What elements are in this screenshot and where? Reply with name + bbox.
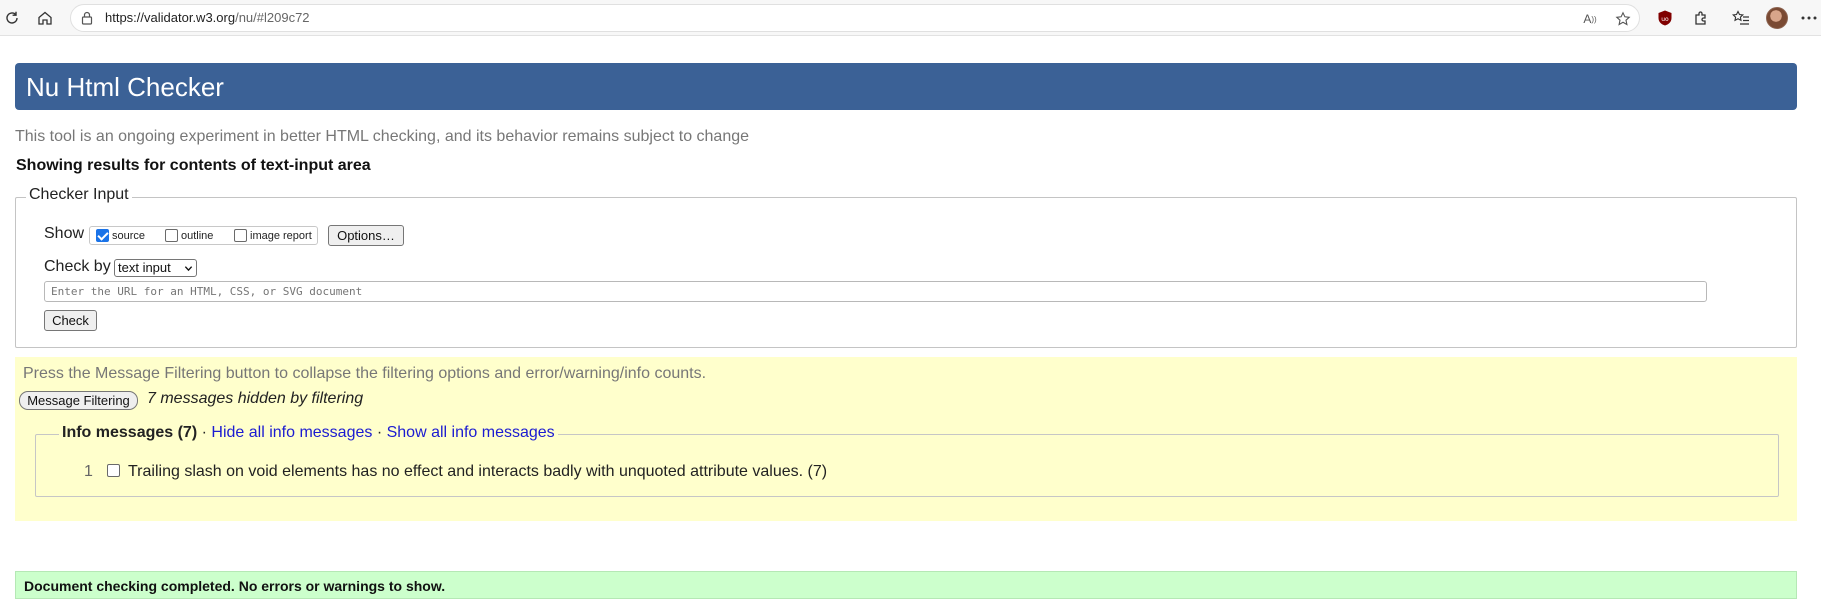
- outline-checkbox[interactable]: [165, 229, 178, 242]
- url-origin: https://validator.w3.org: [105, 10, 236, 25]
- ublock-extension-icon[interactable]: uo: [1653, 6, 1677, 30]
- message-text: Trailing slash on void elements has no e…: [128, 463, 828, 480]
- reload-icon[interactable]: [0, 6, 24, 30]
- hide-all-info-link[interactable]: Hide all info messages: [211, 424, 372, 441]
- source-checkbox-label[interactable]: source: [112, 230, 145, 242]
- lock-icon[interactable]: [79, 10, 95, 26]
- url-input-placeholder: Enter the URL for an HTML, CSS, or SVG d…: [51, 285, 363, 298]
- page-header: Nu Html Checker: [15, 63, 1797, 110]
- outline-checkbox-label[interactable]: outline: [181, 230, 213, 242]
- legend-separator: ·: [201, 424, 207, 441]
- show-all-info-link[interactable]: Show all info messages: [387, 424, 555, 441]
- info-messages-title: Info messages (7): [62, 424, 198, 441]
- message-filter-checkbox[interactable]: [107, 464, 120, 477]
- results-heading: Showing results for contents of text-inp…: [16, 157, 371, 174]
- message-filtering-button[interactable]: Message Filtering: [19, 391, 138, 410]
- options-button[interactable]: Options…: [328, 225, 404, 246]
- extensions-puzzle-icon[interactable]: [1689, 6, 1713, 30]
- read-aloud-icon[interactable]: A)): [1581, 10, 1599, 28]
- favorite-star-icon[interactable]: [1614, 10, 1632, 28]
- source-checkbox[interactable]: [96, 229, 109, 242]
- profile-avatar[interactable]: [1766, 7, 1788, 29]
- check-button[interactable]: Check: [44, 310, 97, 331]
- home-icon[interactable]: [33, 6, 57, 30]
- check-by-select[interactable]: text input: [114, 259, 197, 277]
- legend-separator: ·: [376, 424, 383, 441]
- show-options-group: source outline image report: [89, 226, 318, 245]
- message-number: 1: [84, 463, 93, 480]
- chevron-down-icon: [184, 266, 193, 272]
- filtering-hint: Press the Message Filtering button to co…: [23, 365, 707, 382]
- image-report-checkbox[interactable]: [234, 229, 247, 242]
- page-title: Nu Html Checker: [26, 72, 224, 102]
- image-report-checkbox-label[interactable]: image report: [250, 230, 312, 242]
- svg-text:uo: uo: [1661, 16, 1669, 23]
- checker-input-legend: Checker Input: [26, 186, 132, 204]
- completion-status-text: Document checking completed. No errors o…: [24, 578, 446, 594]
- more-menu-icon[interactable]: [1797, 6, 1821, 30]
- completion-status-bar: Document checking completed. No errors o…: [15, 571, 1797, 599]
- browser-toolbar: https://validator.w3.org/nu/#l209c72 A))…: [0, 0, 1821, 36]
- show-label: Show: [44, 225, 85, 242]
- hidden-messages-count: 7 messages hidden by filtering: [147, 390, 364, 407]
- address-bar[interactable]: https://validator.w3.org/nu/#l209c72 A)): [70, 4, 1640, 32]
- info-messages-legend: Info messages (7) · Hide all info messag…: [59, 424, 558, 442]
- address-url: https://validator.w3.org/nu/#l209c72: [105, 10, 310, 25]
- favorites-list-icon[interactable]: [1729, 6, 1753, 30]
- intro-text: This tool is an ongoing experiment in be…: [15, 128, 750, 145]
- check-by-label: Check by: [44, 258, 111, 275]
- url-path: /nu/#l209c72: [235, 10, 310, 25]
- url-input[interactable]: Enter the URL for an HTML, CSS, or SVG d…: [44, 281, 1707, 302]
- check-by-selected-value: text input: [118, 260, 171, 275]
- checker-input-fieldset: [15, 197, 1797, 348]
